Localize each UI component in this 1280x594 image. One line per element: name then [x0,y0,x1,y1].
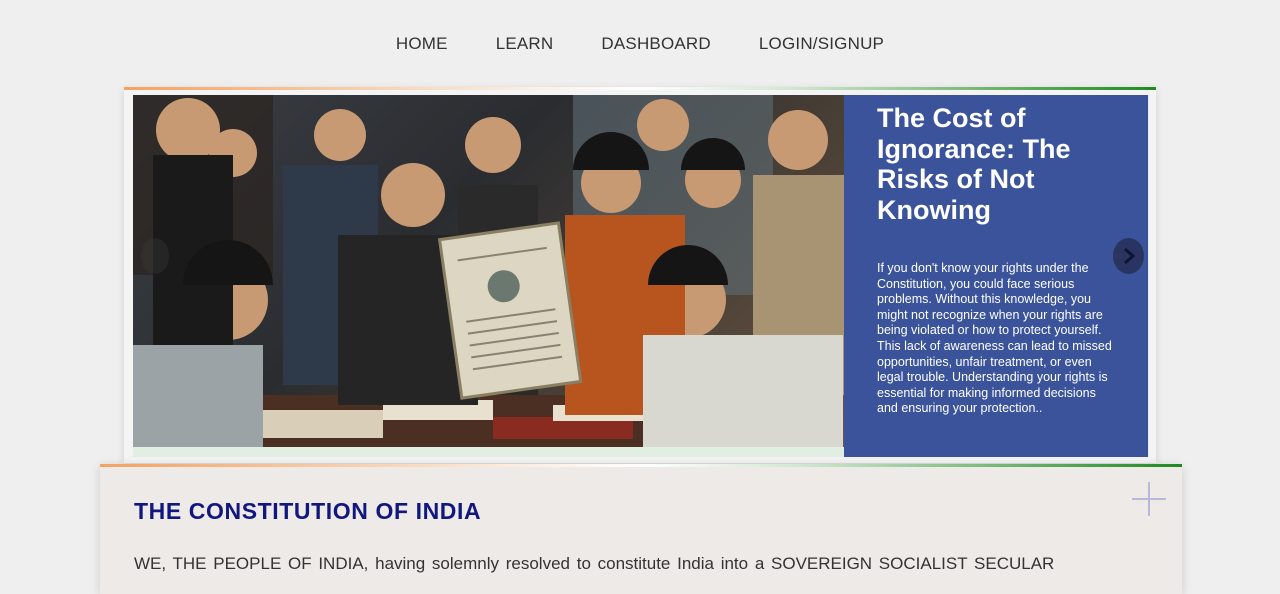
nav-dashboard[interactable]: DASHBOARD [601,34,711,54]
hero-text-panel: The Cost of Ignorance: The Risks of Not … [844,95,1148,457]
carousel-prev-button[interactable] [141,238,169,274]
hero-illustration [133,95,844,447]
nav-login-signup[interactable]: LOGIN/SIGNUP [759,34,884,54]
tricolor-divider [100,464,1182,467]
hero-description: If you don't know your rights under the … [877,261,1112,416]
main-nav: HOME LEARN DASHBOARD LOGIN/SIGNUP [0,34,1280,54]
plus-icon[interactable] [1132,482,1166,516]
nav-learn[interactable]: LEARN [496,34,554,54]
preamble-text: WE, THE PEOPLE OF INDIA, having solemnly… [134,554,1055,573]
chevron-right-icon [1123,248,1135,264]
hero-title: The Cost of Ignorance: The Risks of Not … [877,103,1071,225]
tricolor-divider [124,87,1156,90]
carousel-slide: The Cost of Ignorance: The Risks of Not … [133,95,1149,457]
hero-image [133,95,844,447]
constitution-title: THE CONSTITUTION OF INDIA [134,498,482,524]
hero-carousel: The Cost of Ignorance: The Risks of Not … [124,87,1156,463]
carousel-next-button[interactable] [1113,238,1144,274]
nav-home[interactable]: HOME [396,34,448,54]
constitution-card: THE CONSTITUTION OF INDIA WE, THE PEOPLE… [100,464,1182,594]
